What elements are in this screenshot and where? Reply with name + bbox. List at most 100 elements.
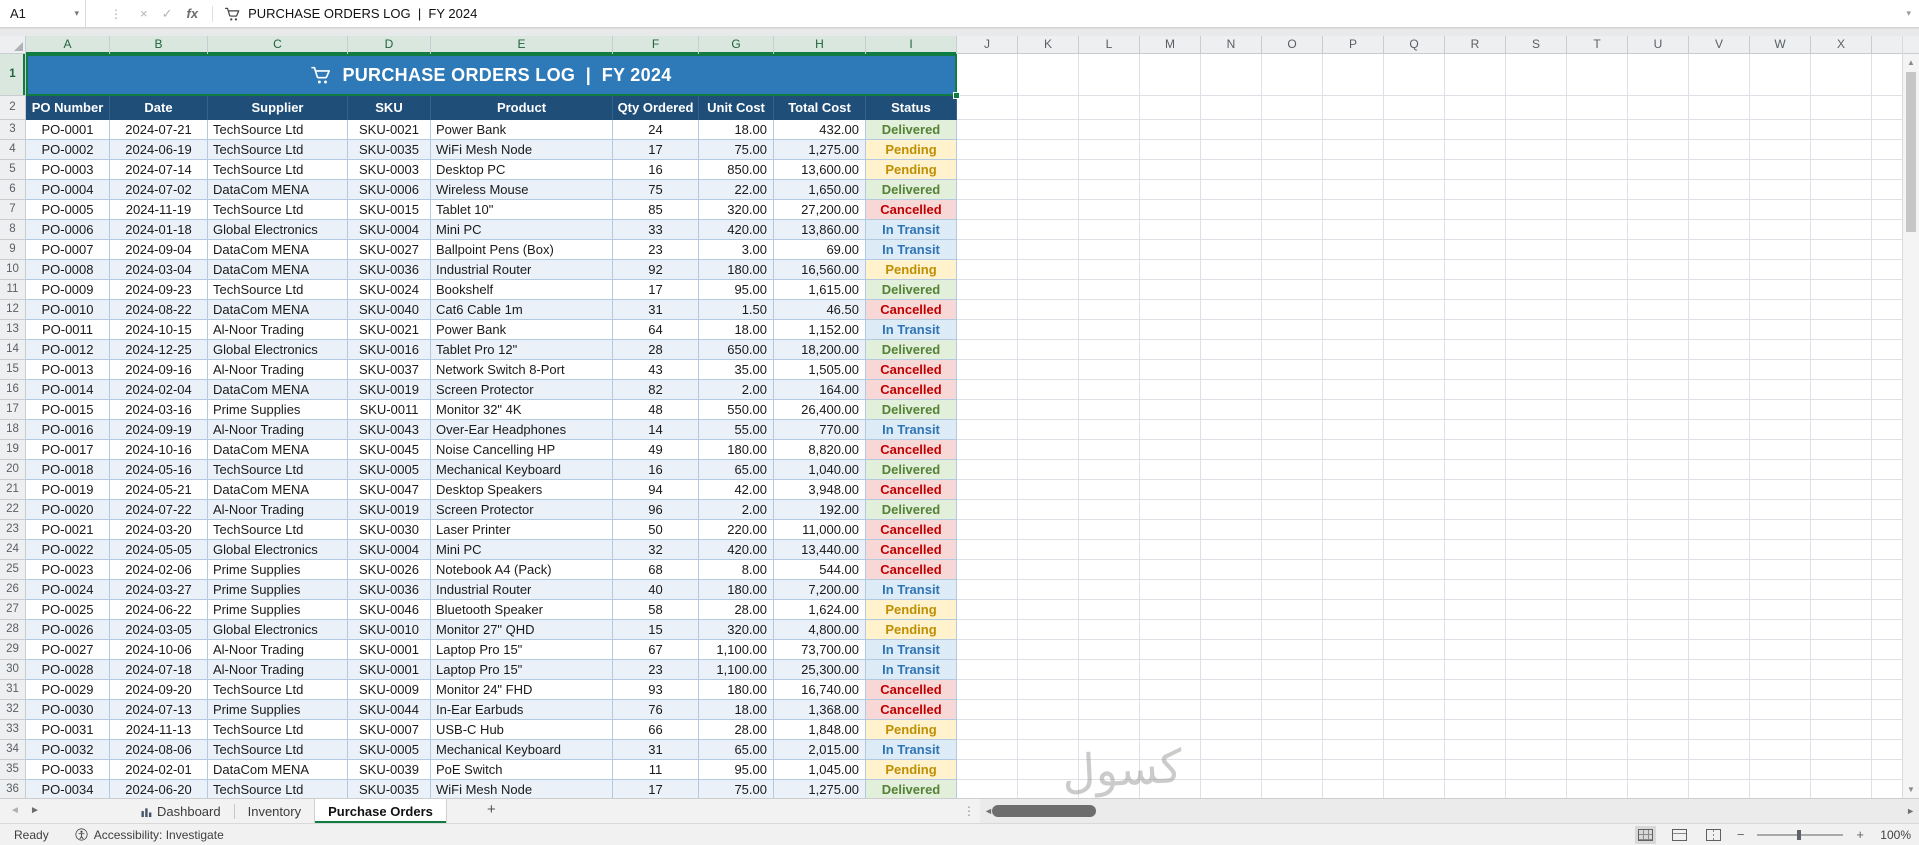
cell[interactable]: 16 <box>613 460 699 480</box>
cell[interactable]: 1,624.00 <box>774 600 866 620</box>
cell[interactable]: 1,650.00 <box>774 180 866 200</box>
cell[interactable]: 1,848.00 <box>774 720 866 740</box>
column-header-F[interactable]: F <box>613 36 699 54</box>
cell[interactable]: SKU-0027 <box>348 240 431 260</box>
cell[interactable]: SKU-0019 <box>348 380 431 400</box>
cell[interactable]: 55.00 <box>699 420 774 440</box>
cell[interactable]: 69.00 <box>774 240 866 260</box>
cell[interactable]: SKU-0039 <box>348 760 431 780</box>
cell[interactable]: PO-0024 <box>26 580 110 600</box>
column-header-H[interactable]: H <box>774 36 866 54</box>
cell[interactable]: 8.00 <box>699 560 774 580</box>
cell[interactable]: 11,000.00 <box>774 520 866 540</box>
cell[interactable]: Power Bank <box>431 120 613 140</box>
cell[interactable]: PO-0013 <box>26 360 110 380</box>
cell[interactable]: Tablet 10" <box>431 200 613 220</box>
cell[interactable]: TechSource Ltd <box>208 280 348 300</box>
cell[interactable]: Industrial Router <box>431 580 613 600</box>
row-header-8[interactable]: 8 <box>0 220 25 240</box>
cell[interactable]: 1.50 <box>699 300 774 320</box>
cell[interactable]: 650.00 <box>699 340 774 360</box>
cell[interactable]: 75.00 <box>699 780 774 798</box>
cell[interactable]: 48 <box>613 400 699 420</box>
cell[interactable]: SKU-0005 <box>348 460 431 480</box>
cell[interactable]: SKU-0001 <box>348 640 431 660</box>
cell[interactable]: TechSource Ltd <box>208 460 348 480</box>
row-header-18[interactable]: 18 <box>0 420 25 440</box>
cell[interactable]: Al-Noor Trading <box>208 320 348 340</box>
cell[interactable]: SKU-0007 <box>348 720 431 740</box>
cell[interactable]: SKU-0021 <box>348 120 431 140</box>
cell[interactable]: Bookshelf <box>431 280 613 300</box>
cell[interactable]: 180.00 <box>699 260 774 280</box>
cell[interactable]: PO-0026 <box>26 620 110 640</box>
row-header-15[interactable]: 15 <box>0 360 25 380</box>
cell[interactable]: 770.00 <box>774 420 866 440</box>
column-header-X[interactable]: X <box>1811 36 1872 54</box>
status-cell[interactable]: Pending <box>866 140 957 160</box>
row-header-27[interactable]: 27 <box>0 600 25 620</box>
status-cell[interactable]: Delivered <box>866 460 957 480</box>
cell[interactable]: PO-0018 <box>26 460 110 480</box>
cell[interactable]: SKU-0045 <box>348 440 431 460</box>
cell[interactable]: 2024-09-23 <box>110 280 208 300</box>
cell[interactable]: SKU-0047 <box>348 480 431 500</box>
row-header-33[interactable]: 33 <box>0 720 25 740</box>
tab-splitter-icon[interactable]: ⋮ <box>963 804 975 818</box>
cell[interactable]: SKU-0006 <box>348 180 431 200</box>
status-cell[interactable]: Pending <box>866 760 957 780</box>
cell[interactable]: Over-Ear Headphones <box>431 420 613 440</box>
cell[interactable]: DataCom MENA <box>208 380 348 400</box>
scroll-up-icon[interactable]: ▲ <box>1903 58 1919 67</box>
cell[interactable]: Prime Supplies <box>208 600 348 620</box>
cell[interactable]: Mechanical Keyboard <box>431 740 613 760</box>
cell[interactable]: SKU-0009 <box>348 680 431 700</box>
cell[interactable]: Al-Noor Trading <box>208 500 348 520</box>
row-header-13[interactable]: 13 <box>0 320 25 340</box>
cell[interactable]: 26,400.00 <box>774 400 866 420</box>
empty-grid-area[interactable] <box>957 54 1902 798</box>
cell[interactable]: Global Electronics <box>208 540 348 560</box>
cell[interactable]: 18.00 <box>699 700 774 720</box>
cell[interactable]: 42.00 <box>699 480 774 500</box>
status-cell[interactable]: In Transit <box>866 580 957 600</box>
cell[interactable]: PO-0020 <box>26 500 110 520</box>
cell[interactable]: 2024-10-06 <box>110 640 208 660</box>
cell[interactable]: 94 <box>613 480 699 500</box>
cell[interactable]: PoE Switch <box>431 760 613 780</box>
cell[interactable]: Prime Supplies <box>208 700 348 720</box>
cell[interactable]: 2024-05-05 <box>110 540 208 560</box>
cell[interactable]: 2024-02-06 <box>110 560 208 580</box>
cell[interactable]: 1,100.00 <box>699 640 774 660</box>
cell[interactable]: PO-0028 <box>26 660 110 680</box>
column-header-M[interactable]: M <box>1140 36 1201 54</box>
cell[interactable]: 1,045.00 <box>774 760 866 780</box>
cell[interactable]: 2024-07-22 <box>110 500 208 520</box>
cell[interactable]: 13,600.00 <box>774 160 866 180</box>
cell[interactable]: 25,300.00 <box>774 660 866 680</box>
cell[interactable]: PO-0022 <box>26 540 110 560</box>
cell[interactable]: 27,200.00 <box>774 200 866 220</box>
cell[interactable]: 75 <box>613 180 699 200</box>
cell[interactable]: 93 <box>613 680 699 700</box>
cell[interactable]: 2024-12-25 <box>110 340 208 360</box>
cell[interactable]: Monitor 27" QHD <box>431 620 613 640</box>
cell[interactable]: Mini PC <box>431 540 613 560</box>
cell[interactable]: PO-0007 <box>26 240 110 260</box>
cell[interactable]: SKU-0037 <box>348 360 431 380</box>
status-cell[interactable]: Cancelled <box>866 520 957 540</box>
cell[interactable]: Desktop PC <box>431 160 613 180</box>
row-header-9[interactable]: 9 <box>0 240 25 260</box>
status-cell[interactable]: Cancelled <box>866 680 957 700</box>
column-header-L[interactable]: L <box>1079 36 1140 54</box>
cell[interactable]: SKU-0019 <box>348 500 431 520</box>
cell[interactable]: 23 <box>613 240 699 260</box>
cell[interactable]: 31 <box>613 300 699 320</box>
cell[interactable]: 68 <box>613 560 699 580</box>
cell[interactable]: 432.00 <box>774 120 866 140</box>
cell[interactable]: 2024-09-20 <box>110 680 208 700</box>
cell[interactable]: 31 <box>613 740 699 760</box>
row-header-4[interactable]: 4 <box>0 140 25 160</box>
column-header-J[interactable]: J <box>957 36 1018 54</box>
cell[interactable]: 65.00 <box>699 460 774 480</box>
